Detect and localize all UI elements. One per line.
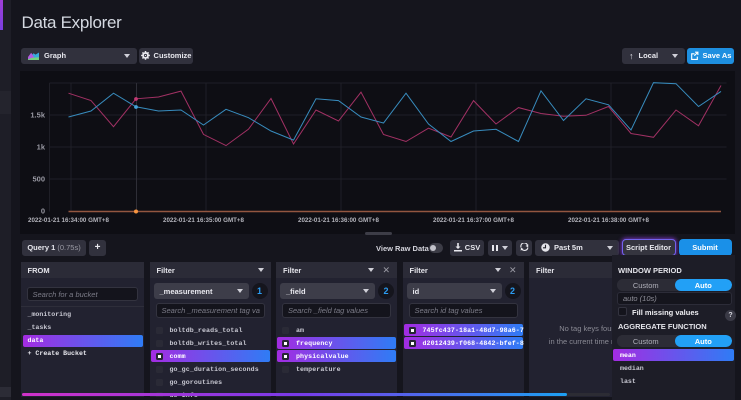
svg-text:2022-01-21 16:36:00 GMT+8: 2022-01-21 16:36:00 GMT+8: [298, 217, 379, 224]
svg-text:1k: 1k: [37, 143, 46, 152]
svg-text:500: 500: [32, 175, 45, 184]
svg-text:2022-01-21 16:38:00 GMT+8: 2022-01-21 16:38:00 GMT+8: [568, 217, 649, 224]
svg-text:0: 0: [41, 207, 45, 216]
svg-text:1.5k: 1.5k: [30, 111, 45, 120]
svg-text:2022-01-21 16:34:00 GMT+8: 2022-01-21 16:34:00 GMT+8: [28, 217, 109, 224]
svg-text:2022-01-21 16:37:00 GMT+8: 2022-01-21 16:37:00 GMT+8: [433, 217, 514, 224]
svg-text:2022-01-21 16:35:00 GMT+8: 2022-01-21 16:35:00 GMT+8: [163, 217, 244, 224]
